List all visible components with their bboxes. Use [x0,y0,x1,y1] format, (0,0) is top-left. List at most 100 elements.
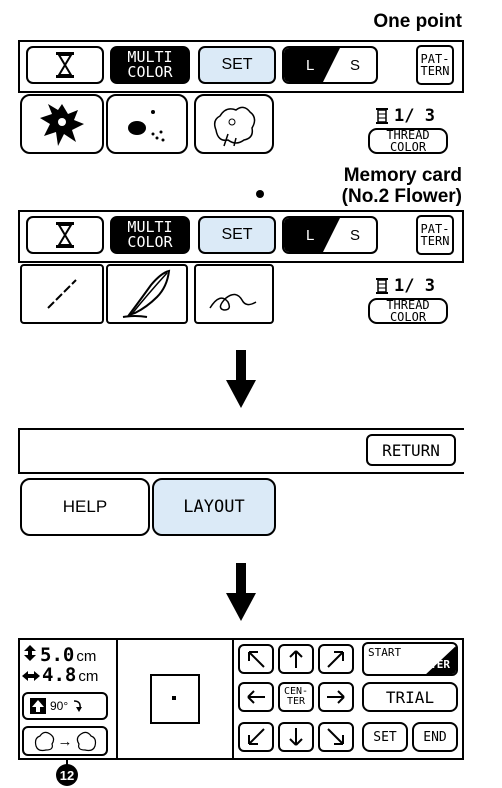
size-toggle-button-2[interactable]: L S [282,216,378,254]
thread-color-label-2: COLOR [389,310,427,324]
multi-color-label-2: COLOR [127,233,173,251]
hourglass-button-2[interactable] [26,216,104,254]
multi-color-button-2[interactable]: MULTI COLOR [110,216,190,254]
arrow-up-icon [289,650,303,668]
hourglass-icon [56,52,74,78]
pattern-label-2: TERN [420,64,450,78]
set-layout-button[interactable]: SET [362,722,408,752]
pattern-button-2[interactable]: PAT- TERN [416,215,454,255]
bullet-marker [256,190,264,198]
trial-button[interactable]: TRIAL [362,682,458,712]
thread-color-button-2[interactable]: THREAD COLOR [368,298,448,324]
center-label-2: TER [286,696,306,707]
move-down-button[interactable] [278,722,314,752]
return-button[interactable]: RETURN [366,434,456,466]
pattern-thumb-leaf[interactable] [106,264,188,324]
embroidery-panel-memory-card: MULTI COLOR SET L S PAT- TERN 1/ 3 THREAD C… [18,210,464,328]
embroidery-panel-one-point: MULTI COLOR SET L S PAT- TERN 1/ 3 THREAD C… [18,40,464,158]
end-label: END [423,729,447,745]
memory-card-heading: Memory card (No.2 Flower) [342,165,462,207]
rotate-button[interactable]: 90° [22,692,108,720]
mirror-arrow-icon: → [57,732,73,750]
spool-icon [376,108,388,124]
layout-panel: 5.0 cm 4.8 cm 90° → CEN- TER START CENTER [18,638,464,760]
size-l-label: L [306,57,315,74]
menu-panel: RETURN HELP LAYOUT [18,428,464,538]
height-unit: cm [76,648,97,665]
arrow-down-icon [289,728,303,746]
layout-label: LAYOUT [183,497,245,517]
flower-bunch-icon [40,104,84,146]
layout-button[interactable]: LAYOUT [152,478,276,536]
move-up-button[interactable] [278,644,314,674]
multi-color-label-2: COLOR [127,63,173,81]
size-l-label: L [306,227,315,244]
start-center-button[interactable]: START CENTER [362,642,458,676]
pattern-thumb-flower-1[interactable] [20,94,104,154]
size-s-label: S [350,227,361,244]
down-arrow-icon [226,563,256,621]
bird-flower-icon [128,110,165,142]
set-button-2[interactable]: SET [198,216,276,254]
needle-point [172,696,176,700]
rotate-up-icon [30,698,46,714]
pattern-thumb-stem[interactable] [20,264,104,324]
height-readout: 5.0 cm [24,644,96,666]
callout-number: 12 [59,767,75,783]
move-down-left-button[interactable] [238,722,274,752]
move-right-button[interactable] [318,682,354,712]
width-unit: cm [78,668,99,685]
arrow-left-icon [247,690,265,704]
pattern-thumb-flower-3[interactable] [194,94,274,154]
horizontal-arrows-icon [22,671,40,681]
move-left-button[interactable] [238,682,274,712]
stem-stitch-icon [47,279,77,309]
set-label: SET [221,56,253,73]
pattern-thumb-loop[interactable] [194,264,274,324]
move-down-right-button[interactable] [318,722,354,752]
spool-icon [376,278,388,294]
start-label: START [368,646,402,659]
pattern-frame [150,674,200,724]
rotate-label: 90° [50,699,69,713]
set-button[interactable]: SET [198,46,276,84]
vertical-arrows-icon [24,645,36,661]
height-value: 5.0 [40,644,75,666]
thread-color-label-2: COLOR [389,140,427,154]
size-toggle-button[interactable]: L S [282,46,378,84]
mirror-button[interactable]: → [22,726,108,756]
thread-counter-2: 1/ 3 [376,276,435,296]
memory-card-line-1: Memory card [343,165,462,186]
preview-area [116,640,234,758]
thread-count-value: 1/ 3 [394,276,435,296]
help-button[interactable]: HELP [20,478,150,536]
memory-card-line-2: (No.2 Flower) [341,186,462,207]
center-button[interactable]: CEN- TER [278,682,314,712]
pattern-button[interactable]: PAT- TERN [416,45,454,85]
size-s-label: S [350,57,361,74]
move-up-left-button[interactable] [238,644,274,674]
loop-stitch-icon [209,293,257,311]
arrow-up-right-icon [327,651,344,668]
move-up-right-button[interactable] [318,644,354,674]
end-button[interactable]: END [412,722,458,752]
one-point-heading: One point [373,11,462,32]
arrow-right-icon [327,690,345,704]
callout-marker: 12 [56,764,78,786]
thread-color-button[interactable]: THREAD COLOR [368,128,448,154]
thread-counter: 1/ 3 [376,106,435,126]
multi-color-button[interactable]: MULTI COLOR [110,46,190,84]
rotate-arc-icon [74,700,83,712]
width-value: 4.8 [42,664,77,686]
set-label: SET [221,226,253,243]
help-label: HELP [62,497,108,516]
pattern-thumb-flower-2[interactable] [106,94,188,154]
down-arrow-icon [226,350,256,408]
pattern-label-2: TERN [420,234,450,248]
trial-label: TRIAL [385,687,435,707]
hourglass-button[interactable] [26,46,104,84]
arrow-down-right-icon [327,728,344,745]
hourglass-icon [56,222,74,248]
pattern-outline-icon [34,731,54,752]
outline-flower-icon [213,106,256,147]
